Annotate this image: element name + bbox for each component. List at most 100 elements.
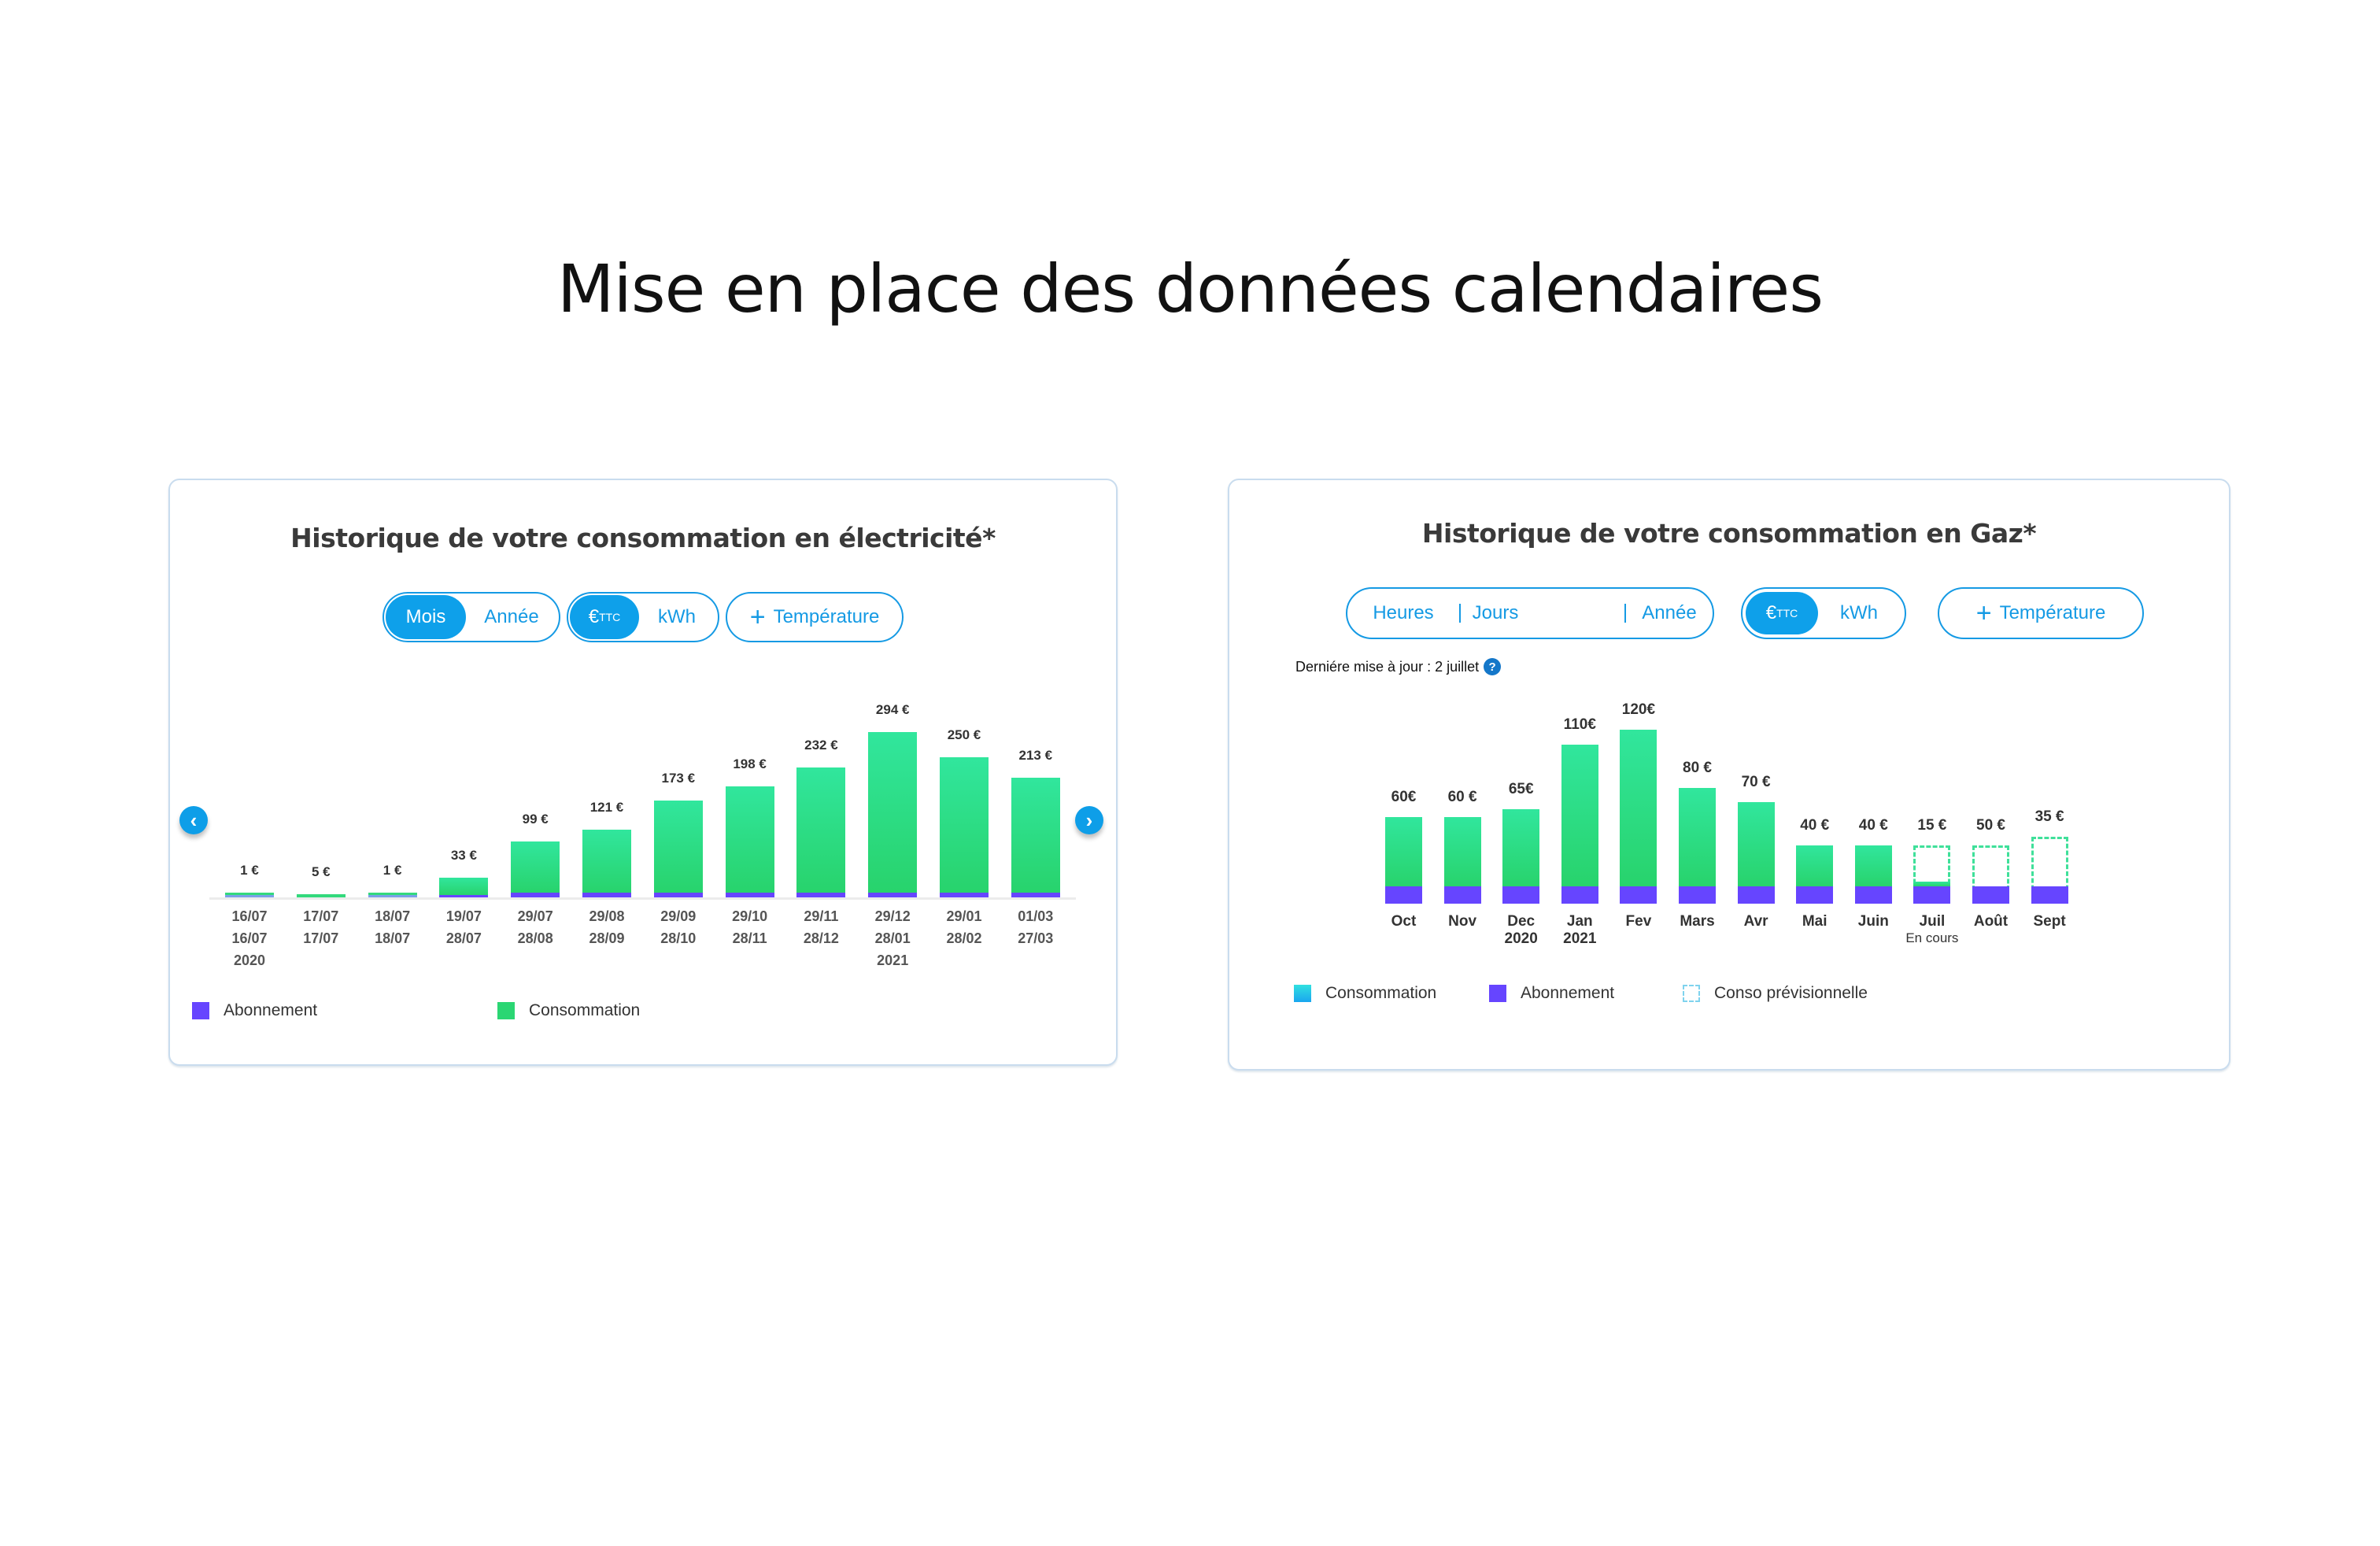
- bar: [1620, 730, 1658, 904]
- bar-segment-abonnement: [368, 895, 417, 897]
- bar-segment-consommation: [511, 841, 560, 893]
- bar-segment-consommation: [1679, 787, 1716, 886]
- legend-swatch-previsionnelle: [1683, 985, 1700, 1002]
- bar-segment-abonnement: [1620, 886, 1658, 904]
- x-axis-label: Sept: [1994, 913, 2105, 930]
- bar: [796, 767, 846, 897]
- bar-segment-consommation: [1796, 845, 1834, 886]
- temperature-label: Température: [773, 606, 880, 627]
- bar-segment-consommation: [653, 800, 703, 893]
- bar-segment-consommation: [1502, 809, 1540, 886]
- period-option-annee[interactable]: Année: [466, 594, 557, 641]
- legend-swatch-consommation: [1294, 985, 1311, 1002]
- bar-value-label: 232 €: [804, 737, 838, 753]
- unit-option-euro-ttc[interactable]: € TTC: [1746, 592, 1818, 634]
- unit-option-kwh[interactable]: kWh: [1818, 589, 1900, 638]
- bar: [1679, 787, 1716, 904]
- bar: [1502, 809, 1540, 904]
- period-option-mois[interactable]: Mois: [386, 595, 466, 639]
- period-option-heures[interactable]: Heures: [1347, 589, 1459, 638]
- bar-segment-abonnement: [2031, 886, 2068, 904]
- bar: [511, 841, 560, 897]
- legend-label: Conso prévisionnelle: [1714, 984, 1868, 1002]
- x-axis-label-line: 2021: [1563, 930, 1597, 947]
- gas-temperature-button[interactable]: + Température: [1938, 587, 2144, 639]
- legend-conso-previsionnelle: Conso prévisionnelle: [1683, 984, 1868, 1003]
- bar: [1972, 845, 2009, 904]
- bar-segment-abonnement: [1011, 892, 1060, 897]
- legend-abonnement: Abonnement: [192, 1001, 317, 1020]
- bar: [653, 800, 703, 897]
- bar: [1913, 845, 1951, 904]
- unit-euro-label: €: [588, 606, 600, 627]
- temperature-button-content: + Température: [750, 594, 880, 641]
- legend-label: Consommation: [1325, 984, 1437, 1002]
- bar: [1796, 845, 1834, 904]
- bar-segment-abonnement: [1561, 886, 1598, 904]
- bar: [868, 732, 918, 897]
- gas-history-card: Historique de votre consommation en Gaz*…: [1228, 479, 2230, 1071]
- electricity-period-toggle: Mois Année: [382, 592, 560, 642]
- bar: [439, 877, 489, 897]
- bar-segment-abonnement: [653, 892, 703, 897]
- bar: [1561, 744, 1598, 904]
- gas-card-title: Historique de votre consommation en Gaz*: [1421, 518, 2037, 549]
- chevron-right-icon[interactable]: ›: [1075, 806, 1103, 834]
- bar-segment-abonnement: [1796, 886, 1834, 904]
- bar-segment-abonnement: [1854, 886, 1892, 904]
- bar: [2031, 837, 2068, 904]
- bar-segment-consommation: [940, 756, 989, 893]
- bar-segment-abonnement: [940, 892, 989, 897]
- legend-swatch-abonnement: [1489, 985, 1506, 1002]
- x-axis-label-line: 01/03: [1018, 908, 1054, 924]
- period-option-jours[interactable]: Jours: [1467, 589, 1524, 638]
- unit-option-kwh[interactable]: kWh: [639, 594, 715, 641]
- bar-segment-abonnement: [1913, 886, 1951, 904]
- x-axis-label: 01/03 27/03: [981, 905, 1091, 949]
- electricity-card-title: Historique de votre consommation en élec…: [290, 523, 996, 553]
- bar-value-label: 173 €: [661, 770, 696, 786]
- bar-segment-abonnement: [796, 892, 846, 897]
- x-axis-label-line: Sept: [2033, 913, 2066, 930]
- electricity-unit-toggle: € TTC kWh: [567, 592, 719, 642]
- bar-value-label: 294 €: [875, 702, 910, 718]
- bar-value-label: 121 €: [589, 799, 624, 815]
- bar-segment-abonnement: [868, 892, 918, 897]
- bar-value-label: 198 €: [733, 756, 767, 771]
- bar: [1854, 845, 1892, 904]
- period-option-annee[interactable]: Année: [1626, 589, 1713, 638]
- legend-label: Abonnement: [224, 1001, 318, 1019]
- bar: [725, 786, 774, 897]
- chevron-left-icon[interactable]: ‹: [179, 806, 208, 834]
- help-icon[interactable]: ?: [1484, 658, 1502, 675]
- plus-icon: +: [749, 602, 766, 632]
- bar-value-label: 213 €: [1018, 748, 1053, 764]
- bar-segment-consommation: [582, 829, 631, 893]
- bar-segment-consommation: [1854, 845, 1892, 886]
- bar-segment-abonnement: [1385, 886, 1422, 904]
- electricity-temperature-button[interactable]: + Température: [726, 592, 904, 642]
- legend-swatch-abonnement: [192, 1002, 209, 1019]
- bar-segment-consommation: [296, 894, 346, 897]
- bar-segment-abonnement: [439, 894, 489, 897]
- bar: [940, 756, 989, 897]
- bar-value-label: 1 €: [382, 863, 402, 878]
- legend-label: Consommation: [529, 1001, 641, 1019]
- bar: [1443, 816, 1481, 904]
- bar: [1385, 816, 1422, 904]
- bar-segment-consommation: [1620, 730, 1658, 886]
- temperature-button-content: + Température: [1976, 589, 2106, 638]
- legend-swatch-consommation: [497, 1002, 515, 1019]
- bar-segment-abonnement: [1679, 886, 1716, 904]
- bar-value-label: 120€: [1621, 701, 1656, 719]
- bar-segment-abonnement: [582, 892, 631, 897]
- bar-segment-abonnement: [1972, 886, 2009, 904]
- legend-consommation: Consommation: [1294, 984, 1436, 1003]
- unit-ttc-sup: TTC: [1776, 607, 1798, 620]
- bar-value-label: 33 €: [450, 847, 477, 863]
- bar-segment-consommation: [868, 732, 918, 893]
- last-update-text: Derniére mise à jour : 2 juillet: [1295, 658, 1480, 675]
- separator: [1459, 604, 1461, 623]
- legend-consommation: Consommation: [497, 1001, 640, 1020]
- unit-option-euro-ttc[interactable]: € TTC: [570, 595, 639, 639]
